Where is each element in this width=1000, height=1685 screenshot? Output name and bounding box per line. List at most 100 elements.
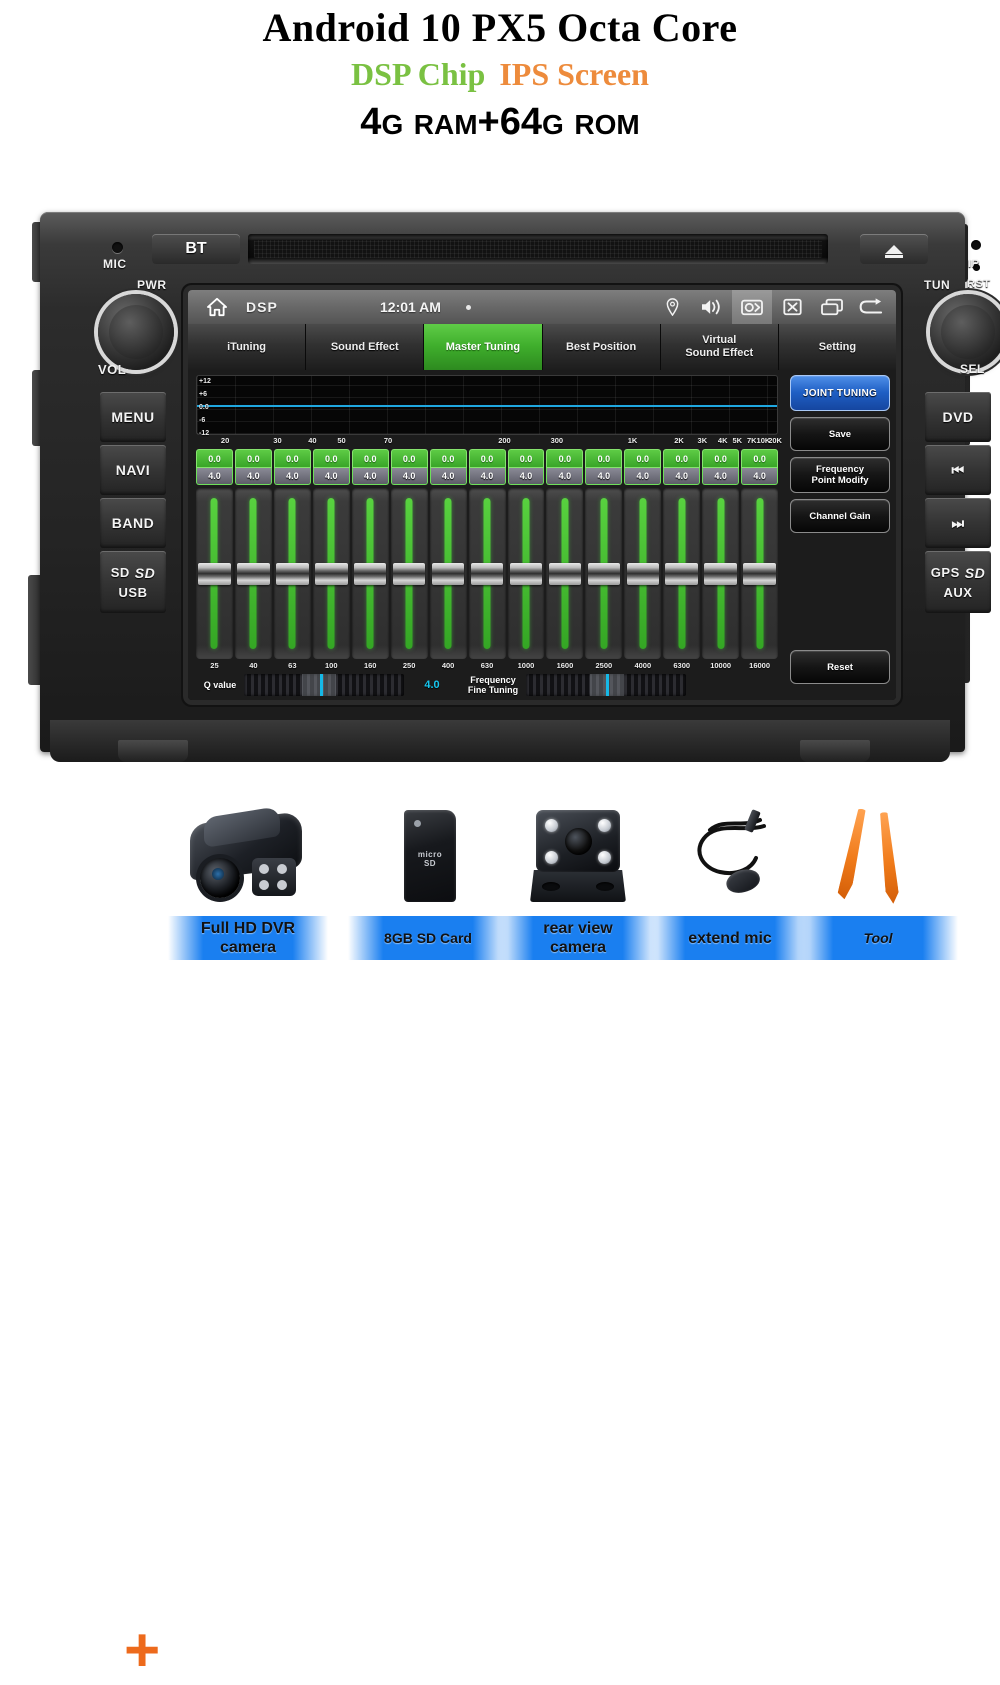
reset-pinhole-icon[interactable]: [973, 264, 980, 271]
menu-button[interactable]: MENU: [100, 392, 166, 442]
band-gain-slider[interactable]: [390, 488, 428, 659]
band-gain-readout[interactable]: 0.0: [390, 449, 428, 468]
band-q-readout[interactable]: 4.0: [468, 468, 506, 485]
tab-sound-effect[interactable]: Sound Effect: [306, 324, 425, 370]
eq-band[interactable]: 0.0 4.0: [196, 449, 233, 659]
save-button[interactable]: Save: [790, 417, 890, 451]
eq-band[interactable]: 0.0 4.0: [585, 449, 623, 659]
q-slider-cursor[interactable]: [320, 674, 323, 696]
home-button[interactable]: [188, 297, 246, 317]
band-gain-readout[interactable]: 0.0: [273, 449, 311, 468]
tab-master-tuning[interactable]: Master Tuning: [424, 324, 543, 370]
slider-handle[interactable]: [548, 562, 582, 585]
band-gain-slider[interactable]: [273, 488, 311, 659]
band-q-readout[interactable]: 4.0: [273, 468, 311, 485]
location-pin-icon[interactable]: [652, 290, 692, 324]
band-gain-slider[interactable]: [624, 488, 662, 659]
band-gain-readout[interactable]: 0.0: [429, 449, 467, 468]
band-gain-readout[interactable]: 0.0: [351, 449, 389, 468]
tab-setting[interactable]: Setting: [778, 324, 896, 370]
band-q-readout[interactable]: 4.0: [702, 468, 740, 485]
dvd-button[interactable]: DVD: [925, 392, 991, 442]
slider-handle[interactable]: [470, 562, 504, 585]
close-x-icon[interactable]: [772, 290, 812, 324]
slider-handle[interactable]: [237, 562, 270, 585]
band-q-readout[interactable]: 4.0: [351, 468, 389, 485]
joint-tuning-button[interactable]: JOINT TUNING: [790, 375, 890, 411]
reset-button[interactable]: Reset: [790, 650, 890, 684]
eq-band[interactable]: 0.0 4.0: [429, 449, 467, 659]
band-q-readout[interactable]: 4.0: [507, 468, 545, 485]
fine-slider-cursor[interactable]: [606, 674, 609, 696]
recent-apps-icon[interactable]: [812, 290, 852, 324]
frequency-fine-tuning-slider[interactable]: [526, 674, 686, 696]
q-value-slider[interactable]: [244, 674, 404, 696]
back-arrow-icon[interactable]: [852, 290, 892, 324]
band-gain-readout[interactable]: 0.0: [741, 449, 779, 468]
band-q-readout[interactable]: 4.0: [624, 468, 662, 485]
screenshot-camera-icon[interactable]: [732, 290, 772, 324]
band-gain-slider[interactable]: [196, 488, 233, 659]
tab-virtual-sound-effect[interactable]: Virtual Sound Effect: [660, 324, 779, 370]
band-gain-readout[interactable]: 0.0: [312, 449, 350, 468]
eq-band[interactable]: 0.0 4.0: [546, 449, 584, 659]
next-track-button[interactable]: ⏭: [925, 498, 991, 548]
band-q-readout[interactable]: 4.0: [390, 468, 428, 485]
frequency-point-modify-button[interactable]: Frequency Point Modify: [790, 457, 890, 493]
band-button[interactable]: BAND: [100, 498, 166, 548]
slider-handle[interactable]: [353, 562, 387, 585]
band-gain-readout[interactable]: 0.0: [546, 449, 584, 468]
band-gain-readout[interactable]: 0.0: [468, 449, 506, 468]
band-gain-readout[interactable]: 0.0: [663, 449, 701, 468]
slider-handle[interactable]: [198, 562, 231, 585]
eq-band[interactable]: 0.0 4.0: [507, 449, 545, 659]
power-volume-knob[interactable]: [98, 294, 174, 370]
band-q-readout[interactable]: 4.0: [663, 468, 701, 485]
eq-band[interactable]: 0.0 4.0: [741, 449, 779, 659]
slider-handle[interactable]: [587, 562, 621, 585]
band-q-readout[interactable]: 4.0: [546, 468, 584, 485]
slider-handle[interactable]: [509, 562, 543, 585]
eq-band[interactable]: 0.0 4.0: [234, 449, 272, 659]
sd-usb-slot-group[interactable]: SD SD USB: [100, 551, 166, 613]
tune-select-knob[interactable]: [930, 294, 1000, 370]
tab-best-position[interactable]: Best Position: [542, 324, 661, 370]
band-gain-slider[interactable]: [741, 488, 779, 659]
band-gain-slider[interactable]: [351, 488, 389, 659]
band-gain-slider[interactable]: [312, 488, 350, 659]
volume-icon[interactable]: [692, 290, 732, 324]
band-q-readout[interactable]: 4.0: [312, 468, 350, 485]
band-gain-readout[interactable]: 0.0: [624, 449, 662, 468]
eq-band[interactable]: 0.0 4.0: [468, 449, 506, 659]
eq-band[interactable]: 0.0 4.0: [663, 449, 701, 659]
band-q-readout[interactable]: 4.0: [234, 468, 272, 485]
band-q-readout[interactable]: 4.0: [741, 468, 779, 485]
band-gain-slider[interactable]: [429, 488, 467, 659]
band-gain-slider[interactable]: [546, 488, 584, 659]
eq-band[interactable]: 0.0 4.0: [702, 449, 740, 659]
slider-handle[interactable]: [665, 562, 698, 585]
band-gain-slider[interactable]: [234, 488, 272, 659]
band-q-readout[interactable]: 4.0: [585, 468, 623, 485]
band-gain-readout[interactable]: 0.0: [585, 449, 623, 468]
band-gain-readout[interactable]: 0.0: [196, 449, 233, 468]
eject-button[interactable]: [860, 234, 928, 264]
band-q-readout[interactable]: 4.0: [429, 468, 467, 485]
band-gain-slider[interactable]: [585, 488, 623, 659]
touchscreen-display[interactable]: DSP 12:01 AM iTuning Sound Effect Master…: [188, 290, 896, 700]
band-q-readout[interactable]: 4.0: [196, 468, 233, 485]
band-gain-slider[interactable]: [468, 488, 506, 659]
disc-slot[interactable]: [248, 234, 828, 264]
band-gain-readout[interactable]: 0.0: [507, 449, 545, 468]
slider-handle[interactable]: [276, 562, 309, 585]
slider-handle[interactable]: [315, 562, 348, 585]
slider-handle[interactable]: [704, 562, 737, 585]
channel-gain-button[interactable]: Channel Gain: [790, 499, 890, 533]
navi-button[interactable]: NAVI: [100, 445, 166, 495]
eq-band[interactable]: 0.0 4.0: [351, 449, 389, 659]
eq-band[interactable]: 0.0 4.0: [312, 449, 350, 659]
eq-band[interactable]: 0.0 4.0: [390, 449, 428, 659]
slider-handle[interactable]: [743, 562, 776, 585]
eq-band[interactable]: 0.0 4.0: [624, 449, 662, 659]
gps-aux-slot-group[interactable]: GPS SD AUX: [925, 551, 991, 613]
